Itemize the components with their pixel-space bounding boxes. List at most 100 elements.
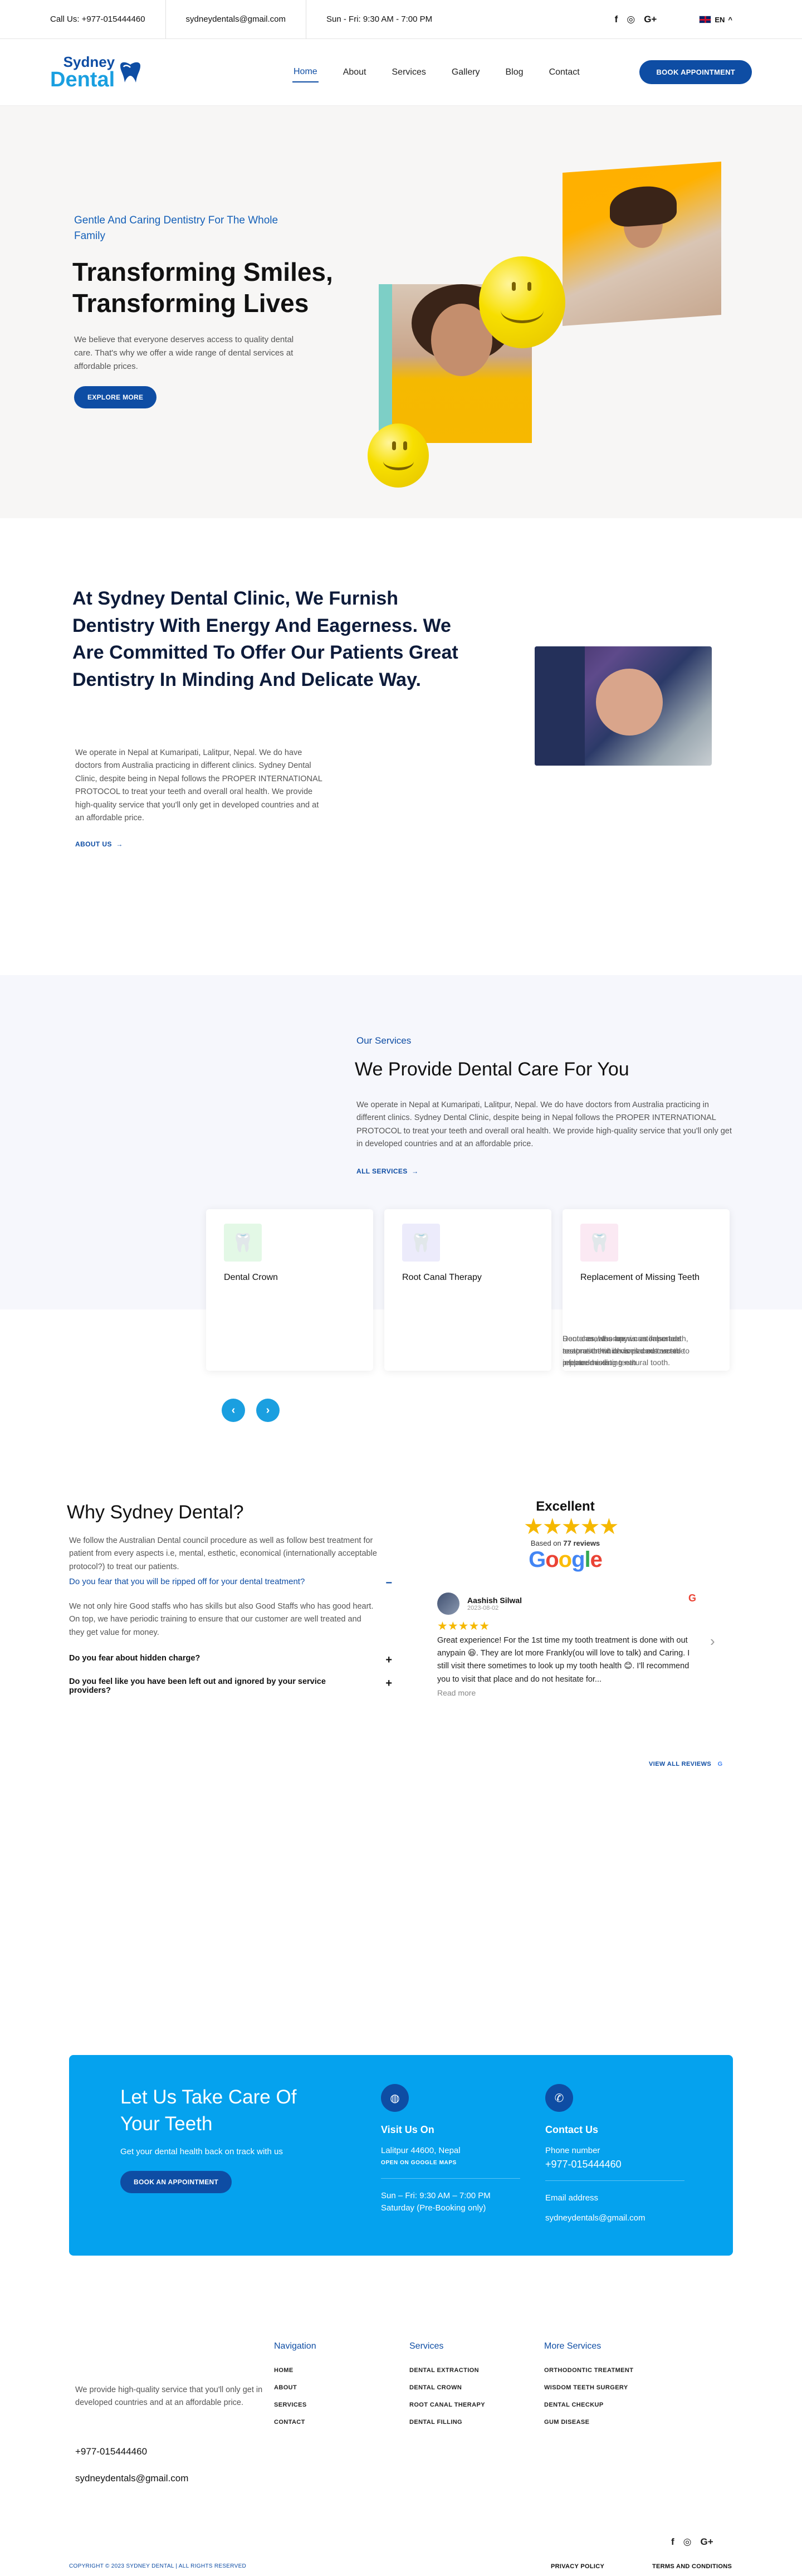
about-us-link[interactable]: ABOUT US →: [75, 840, 123, 848]
view-all-reviews-link[interactable]: VIEW ALL REVIEWS G: [649, 1761, 723, 1767]
terms-and-conditions-link[interactable]: TERMS AND CONDITIONS: [652, 2563, 732, 2570]
services-text: We operate in Nepal at Kumaripati, Lalit…: [356, 1100, 732, 1149]
nav-contact[interactable]: Contact: [548, 63, 581, 82]
footer-link[interactable]: WISDOM TEETH SURGERY: [544, 2384, 633, 2391]
footer-link[interactable]: ROOT CANAL THERAPY: [409, 2402, 485, 2408]
footer-phone[interactable]: +977-015444460: [75, 2446, 147, 2457]
language-selector[interactable]: EN ^: [699, 16, 732, 24]
language-label: EN: [715, 15, 725, 24]
book-an-appointment-button[interactable]: BOOK AN APPOINTMENT: [120, 2171, 232, 2193]
nav-home[interactable]: Home: [292, 62, 319, 82]
crown-tooth-icon: 🦷: [224, 1224, 262, 1262]
google-g-icon: G: [717, 1761, 723, 1767]
chevron-right-icon[interactable]: ›: [710, 1633, 715, 1650]
explore-more-button[interactable]: EXPLORE MORE: [74, 386, 157, 408]
review-stars-icon: ★★★★★: [437, 1620, 490, 1633]
site-logo[interactable]: Sydney Dental: [50, 55, 143, 90]
plus-icon: +: [385, 1654, 392, 1666]
service-card-title: Dental Crown: [224, 1273, 278, 1282]
cta-subtitle: Get your dental health back on track wit…: [120, 2147, 283, 2156]
phone-number[interactable]: +977-015444460: [545, 2158, 690, 2171]
book-appointment-button[interactable]: BOOK APPOINTMENT: [639, 60, 752, 84]
hero-section: Gentle And Caring Dentistry For The Whol…: [0, 106, 802, 518]
topbar-email[interactable]: sydneydentals@gmail.com: [165, 0, 306, 39]
review-count: 77 reviews: [563, 1539, 600, 1547]
hero-title: Transforming Smiles, Transforming Lives: [72, 257, 333, 318]
globe-icon: ◍: [381, 2084, 409, 2112]
faq-item[interactable]: Do you fear that you will be ripped off …: [69, 1577, 392, 1590]
footer-link[interactable]: DENTAL EXTRACTION: [409, 2367, 485, 2374]
faq-question: Do you fear that you will be ripped off …: [69, 1577, 305, 1586]
visit-us-column: ◍ Visit Us On Lalitpur 44600, Nepal OPEN…: [381, 2084, 526, 2215]
instagram-icon[interactable]: ◎: [683, 2536, 692, 2548]
footer-description: We provide high-quality service that you…: [75, 2385, 263, 2408]
footer-link[interactable]: GUM DISEASE: [544, 2419, 633, 2426]
why-section: Why Sydney Dental? We follow the Austral…: [0, 1309, 802, 2062]
chevron-left-icon[interactable]: ‹: [222, 1399, 245, 1422]
footer-services: Services DENTAL EXTRACTION DENTAL CROWN …: [409, 2341, 485, 2436]
footer-link[interactable]: DENTAL CROWN: [409, 2384, 485, 2391]
email-label: Email address: [545, 2193, 599, 2203]
faq-answer: We not only hire Good staffs who has ski…: [69, 1602, 374, 1637]
google-logo: Google: [529, 1547, 603, 1572]
facebook-icon[interactable]: f: [671, 2536, 674, 2548]
google-plus-icon[interactable]: G+: [644, 14, 657, 25]
google-plus-icon[interactable]: G+: [701, 2536, 713, 2548]
open-on-google-maps-link[interactable]: OPEN ON GOOGLE MAPS: [381, 2160, 526, 2166]
privacy-policy-link[interactable]: PRIVACY POLICY: [551, 2563, 604, 2570]
divider: [381, 2178, 520, 2179]
footer-column-title: More Services: [544, 2341, 602, 2351]
nav-blog[interactable]: Blog: [505, 63, 525, 82]
avatar: [437, 1593, 459, 1615]
chevron-right-icon[interactable]: ›: [256, 1399, 280, 1422]
smiley-balloon-icon: [479, 256, 565, 348]
patient-face-shape: [596, 669, 663, 736]
divider: [545, 2180, 684, 2181]
faq-item[interactable]: Do you fear about hidden charge? +: [69, 1654, 392, 1667]
footer-more-services: More Services ORTHODONTIC TREATMENT WISD…: [544, 2341, 633, 2436]
footer-link[interactable]: ORTHODONTIC TREATMENT: [544, 2367, 633, 2374]
email-address[interactable]: sydneydentals@gmail.com: [545, 2212, 690, 2225]
denture-icon: 🦷: [580, 1224, 618, 1262]
hero-image-cheering-woman: [563, 162, 721, 326]
about-text: We operate in Nepal at Kumaripati, Lalit…: [75, 748, 322, 823]
topbar-call[interactable]: Call Us: +977-015444460: [50, 0, 165, 39]
services-section: Our Services We Provide Dental Care For …: [0, 975, 802, 1422]
facebook-icon[interactable]: f: [615, 14, 618, 25]
read-more-link[interactable]: Read more: [437, 1688, 696, 1697]
all-services-link[interactable]: ALL SERVICES →: [356, 1167, 419, 1175]
footer-link[interactable]: ABOUT: [274, 2384, 316, 2391]
dental-treatment-photo: [535, 646, 712, 766]
footer-bottom-bar: COPYRIGHT © 2023 SYDNEY DENTAL | ALL RIG…: [69, 2563, 733, 2570]
about-us-label: ABOUT US: [75, 840, 112, 848]
plus-icon: +: [385, 1677, 392, 1689]
hero-tagline: Gentle And Caring Dentistry For The Whol…: [74, 215, 278, 242]
footer-link[interactable]: HOME: [274, 2367, 316, 2374]
faq-question: Do you fear about hidden charge?: [69, 1654, 200, 1663]
arrow-right-icon: →: [114, 840, 123, 848]
hours-saturday: Saturday (Pre-Booking only): [381, 2203, 486, 2213]
footer-column-title: Navigation: [274, 2341, 316, 2351]
instagram-icon[interactable]: ◎: [627, 14, 635, 25]
contact-title: Contact Us: [545, 2124, 599, 2135]
review-card: Aashish Silwal 2023-08-02 G ★★★★★ Great …: [437, 1593, 696, 1697]
footer-link[interactable]: CONTACT: [274, 2419, 316, 2426]
why-title: Why Sydney Dental?: [67, 1502, 244, 1523]
nav-gallery[interactable]: Gallery: [451, 63, 481, 82]
contact-us-column: ✆ Contact Us Phone number +977-015444460…: [545, 2084, 690, 2225]
faq-item[interactable]: Do you feel like you have been left out …: [69, 1677, 392, 1695]
tooth-logo-icon: [120, 62, 141, 82]
footer-link[interactable]: DENTAL CHECKUP: [544, 2402, 633, 2408]
footer-link[interactable]: SERVICES: [274, 2402, 316, 2408]
minus-icon: −: [385, 1577, 392, 1589]
based-on-label: Based on: [530, 1539, 561, 1547]
footer-email[interactable]: sydneydentals@gmail.com: [75, 2473, 188, 2484]
star-rating-icon: ★★★★★: [524, 1515, 619, 1539]
arrow-right-icon: →: [409, 1167, 419, 1175]
footer-link[interactable]: DENTAL FILLING: [409, 2419, 485, 2426]
smiley-balloon-icon: [368, 423, 429, 488]
nav-about[interactable]: About: [342, 63, 368, 82]
cta-section: Let Us Take Care Of Your Teeth Get your …: [69, 2055, 733, 2256]
nav-services[interactable]: Services: [391, 63, 427, 82]
footer-social-links: f ◎ G+: [671, 2536, 713, 2548]
